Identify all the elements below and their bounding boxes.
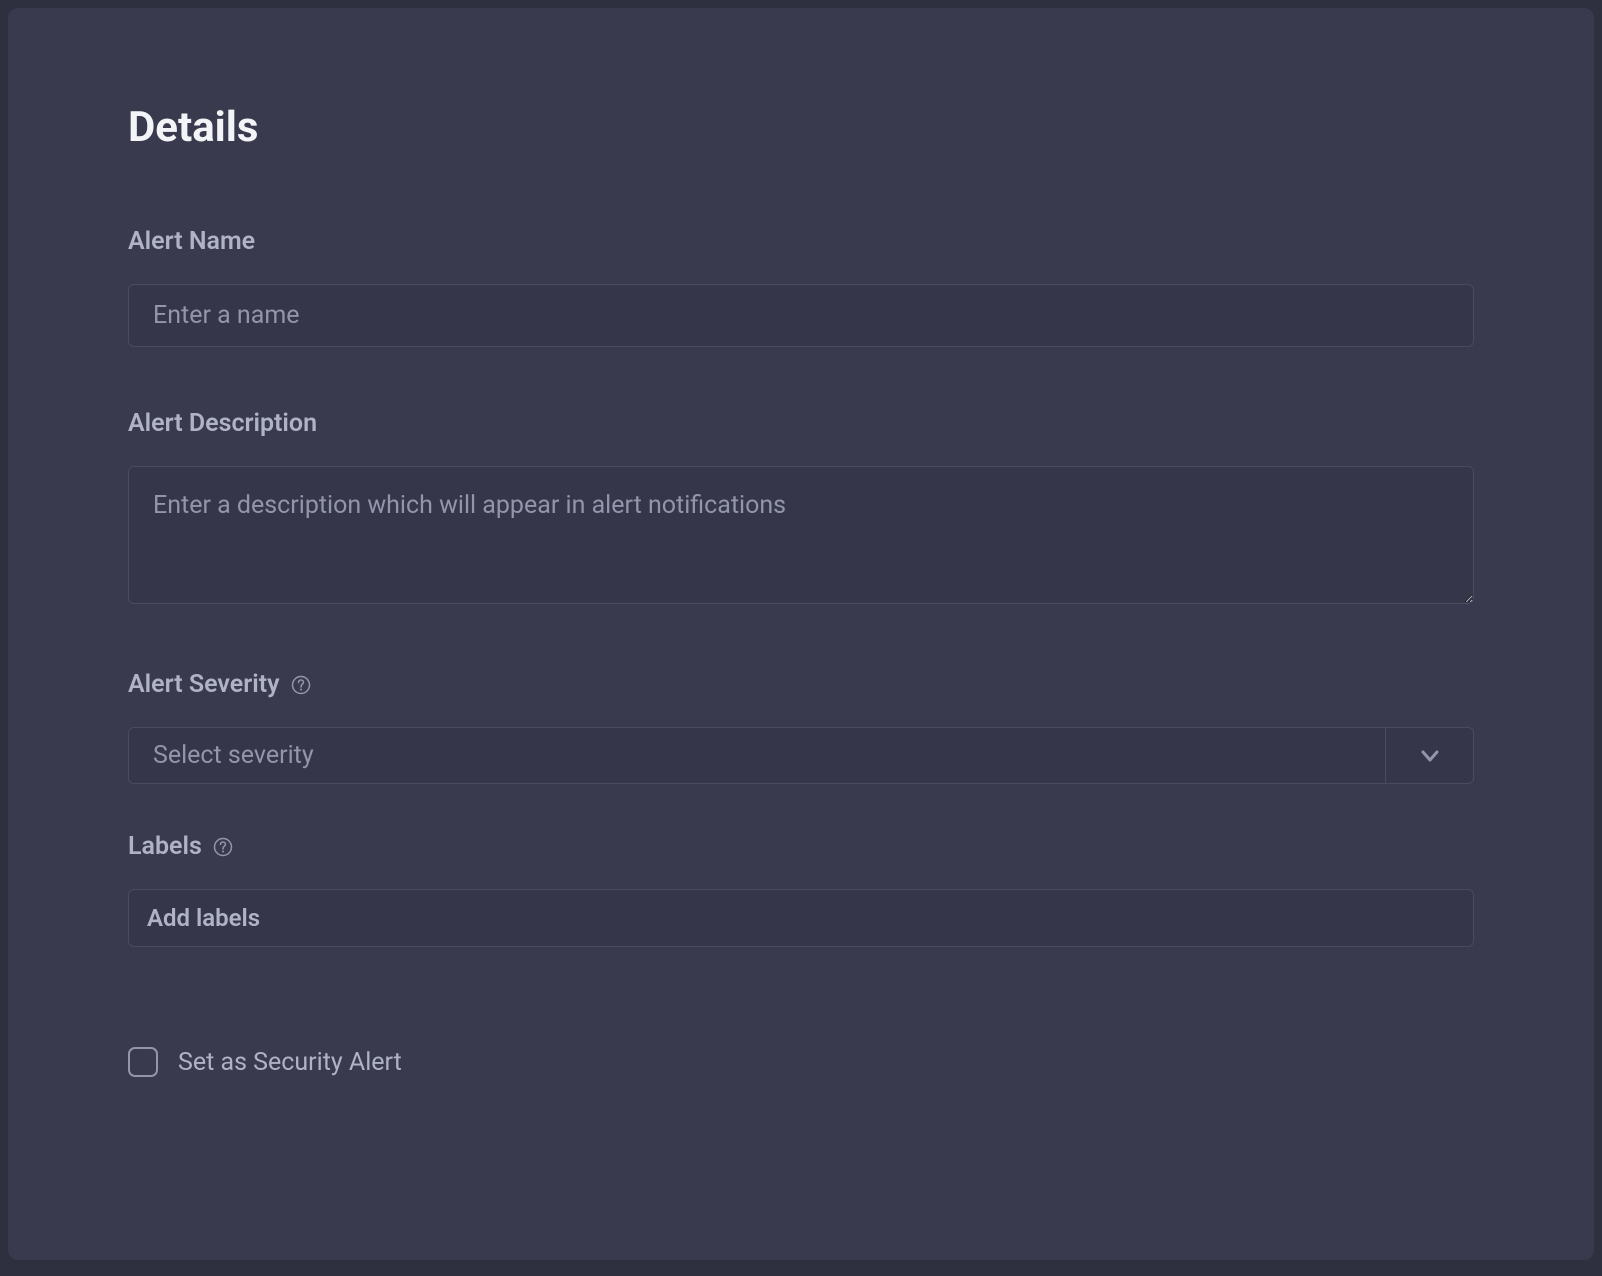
help-icon[interactable] bbox=[290, 674, 312, 696]
alert-description-label: Alert Description bbox=[128, 409, 1474, 438]
alert-severity-select[interactable]: Select severity bbox=[128, 727, 1474, 784]
alert-name-label: Alert Name bbox=[128, 227, 1474, 256]
alert-name-field-group: Alert Name bbox=[128, 227, 1474, 347]
page-title: Details bbox=[128, 103, 1474, 152]
details-panel: Details Alert Name Alert Description Ale… bbox=[8, 8, 1594, 1260]
alert-severity-select-text: Select severity bbox=[129, 728, 1385, 783]
labels-field-group: Labels bbox=[128, 832, 1474, 947]
security-alert-checkbox[interactable] bbox=[128, 1047, 158, 1077]
chevron-down-icon bbox=[1385, 728, 1473, 783]
alert-severity-label-text: Alert Severity bbox=[128, 670, 280, 699]
help-icon[interactable] bbox=[212, 836, 234, 858]
labels-label-text: Labels bbox=[128, 832, 202, 861]
alert-severity-field-group: Alert Severity Select severity bbox=[128, 670, 1474, 784]
alert-description-input[interactable] bbox=[128, 466, 1474, 604]
alert-severity-label: Alert Severity bbox=[128, 670, 1474, 699]
alert-description-field-group: Alert Description bbox=[128, 409, 1474, 608]
labels-label: Labels bbox=[128, 832, 1474, 861]
alert-name-input[interactable] bbox=[128, 284, 1474, 347]
security-alert-row: Set as Security Alert bbox=[128, 1047, 1474, 1077]
security-alert-label: Set as Security Alert bbox=[178, 1048, 402, 1077]
labels-input[interactable] bbox=[128, 889, 1474, 947]
